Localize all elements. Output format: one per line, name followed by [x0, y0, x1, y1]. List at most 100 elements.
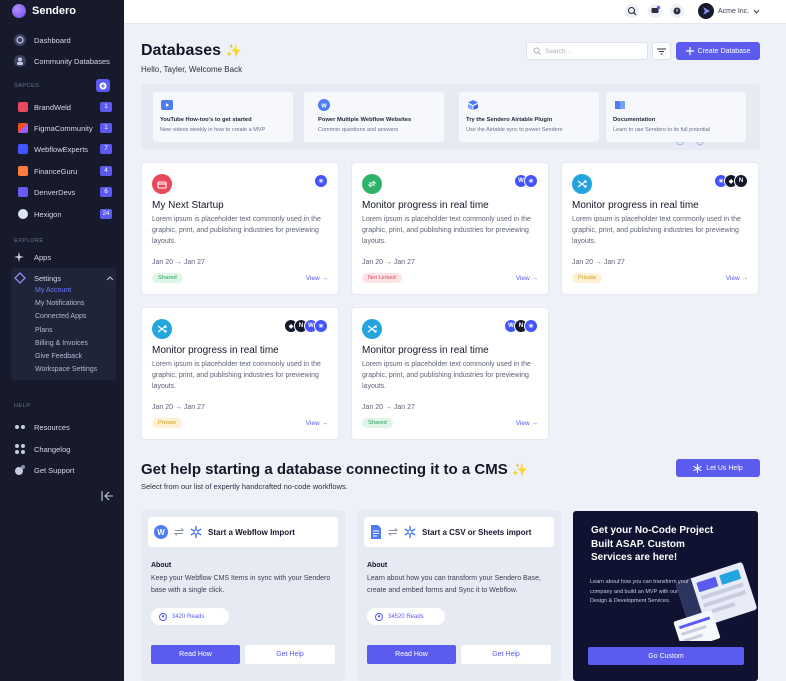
space-count-badge: 4	[100, 166, 112, 176]
sidebar-item-settings[interactable]: Settings	[14, 271, 114, 285]
database-title: Monitor progress in real time	[572, 200, 699, 211]
brand[interactable]: Sendero	[12, 4, 76, 18]
brand-name: Sendero	[32, 5, 77, 17]
database-card[interactable]: ✳ My Next Startup Lorem ipsum is placeho…	[141, 162, 339, 295]
space-label: WebflowExperts	[34, 144, 89, 154]
sidebar-item-dashboard[interactable]: Dashboard	[14, 33, 71, 47]
notion-avatar-icon: N	[734, 174, 748, 188]
reads-pill: 3420 Reads	[151, 608, 229, 625]
reads-count: 34520 Reads	[388, 613, 424, 620]
sparkle-icon: ✨	[511, 462, 529, 477]
read-how-button[interactable]: Read How	[367, 645, 456, 664]
resource-card-airtable[interactable]: Try the Sendero Airtable Plugin Use the …	[459, 92, 599, 142]
settings-item-give-feedback[interactable]: Give Feedback	[35, 353, 82, 360]
go-custom-button[interactable]: Go Custom	[588, 647, 744, 665]
database-card[interactable]: W ✳ Monitor progress in real time Lorem …	[351, 162, 549, 295]
database-dates: Jan 20 → Jan 27	[362, 259, 415, 266]
sync-arrows-icon	[174, 528, 184, 536]
welcome-text: Hello, Tayler, Welcome Back	[141, 65, 243, 74]
add-space-button[interactable]	[96, 79, 110, 92]
search-input[interactable]	[545, 47, 640, 55]
acme-logo-icon	[698, 3, 714, 19]
search-icon[interactable]	[625, 4, 639, 18]
view-link[interactable]: View →	[306, 420, 328, 427]
search-box[interactable]	[526, 42, 648, 60]
sidebar-item-label: Changelog	[34, 444, 71, 454]
settings-item-my-account[interactable]: My Account	[35, 287, 71, 294]
filter-button[interactable]	[652, 42, 671, 60]
settings-item-connected-apps[interactable]: Connected Apps	[35, 313, 86, 320]
sidebar-item-get-support[interactable]: Get Support	[14, 463, 74, 477]
create-database-button[interactable]: Create Database	[676, 42, 760, 60]
book-icon	[615, 101, 625, 110]
database-card[interactable]: W N ✳ Monitor progress in real time Lore…	[351, 307, 549, 440]
shuffle-icon	[362, 319, 382, 339]
get-help-button[interactable]: Get Help	[461, 645, 551, 664]
sidebar-space-financeguru[interactable]: FinanceGuru 4	[18, 164, 112, 178]
resource-card-documentation[interactable]: Documentation Learn to use Sendero to it…	[606, 92, 746, 142]
view-link[interactable]: View →	[516, 275, 538, 282]
status-badge: Shared	[362, 418, 393, 428]
get-help-button[interactable]: Get Help	[245, 645, 335, 664]
settings-item-plans[interactable]: Plans	[35, 327, 53, 334]
sidebar-item-apps[interactable]: Apps	[14, 250, 51, 264]
create-database-label: Create Database	[697, 47, 751, 55]
hexigon-logo-icon	[18, 209, 28, 219]
database-card[interactable]: ✳ ◆ N Monitor progress in real time Lore…	[561, 162, 759, 295]
sidebar-item-label: Settings	[34, 273, 62, 283]
sidebar-item-resources[interactable]: Resources	[14, 420, 70, 434]
workflow-header[interactable]: Start a CSV or Sheets import	[364, 517, 554, 547]
space-count-badge: 1	[100, 123, 112, 133]
hexigon-logo-icon	[190, 526, 202, 538]
settings-item-my-notifications[interactable]: My Notifications	[35, 300, 84, 307]
hexigon-icon	[693, 463, 702, 473]
resource-desc: New videos weekly in how to create a MVP	[160, 127, 266, 133]
status-badge: Private	[152, 418, 183, 428]
sidebar-space-brandweld[interactable]: BrandWeld 1	[18, 100, 112, 114]
airtable-icon	[468, 100, 478, 110]
resource-desc: Common questions and answers	[318, 127, 399, 133]
hexigon-avatar-icon: ✳	[314, 319, 328, 333]
webflow-logo-icon	[18, 144, 28, 154]
space-label: DenverDevs	[34, 187, 76, 197]
view-link[interactable]: View →	[306, 275, 328, 282]
account-switcher[interactable]: Acme Inc.	[698, 3, 760, 19]
notifications-icon[interactable]	[670, 4, 684, 18]
reads-count: 3420 Reads	[172, 613, 205, 620]
workflow-card: W Start a Webflow Import About Keep your…	[141, 510, 345, 681]
settings-item-billing[interactable]: Billing & Invoices	[35, 340, 88, 347]
document-icon	[371, 525, 381, 539]
sidebar-space-hexigon[interactable]: Hexigon 24	[18, 207, 112, 221]
resource-card-youtube[interactable]: YouTube How-too's to get started New vid…	[153, 92, 293, 142]
webflow-icon: w	[318, 99, 330, 111]
topbar: Acme Inc.	[124, 0, 786, 24]
hexigon-avatar-icon: ✳	[314, 174, 328, 188]
sidebar-space-denverdevs[interactable]: DenverDevs 6	[18, 185, 112, 199]
read-how-button[interactable]: Read How	[151, 645, 240, 664]
collapse-sidebar-icon[interactable]	[100, 490, 114, 502]
let-us-help-button[interactable]: Let Us Help	[676, 459, 760, 477]
messages-icon[interactable]	[648, 4, 662, 18]
hexigon-logo-icon	[404, 526, 416, 538]
custom-services-promo: Get your No-Code Project Built ASAP. Cus…	[573, 511, 758, 681]
database-type-icon	[152, 174, 172, 194]
sidebar-space-figmacommunity[interactable]: FigmaCommunity 1	[18, 121, 112, 135]
database-card[interactable]: ◆ N W ✳ Monitor progress in real time Lo…	[141, 307, 339, 440]
about-text: Learn about how you can transform your S…	[367, 575, 541, 594]
sparkle-icon: ✨	[225, 43, 242, 58]
database-title: Monitor progress in real time	[362, 200, 489, 211]
status-badge: Private	[572, 273, 603, 283]
sidebar-item-changelog[interactable]: Changelog	[14, 442, 70, 456]
database-desc: Lorem ipsum is placeholder text commonly…	[152, 216, 321, 245]
help-label: HELP	[14, 403, 31, 409]
sidebar-space-webflowexperts[interactable]: WebflowExperts 7	[18, 142, 112, 156]
view-link[interactable]: View →	[516, 420, 538, 427]
settings-item-workspace-settings[interactable]: Workspace Settings	[35, 366, 97, 373]
promo-title: Get your No-Code Project Built ASAP. Cus…	[591, 525, 714, 563]
workflow-header[interactable]: W Start a Webflow Import	[148, 517, 338, 547]
view-link[interactable]: View →	[726, 275, 748, 282]
resource-card-webflow[interactable]: w Power Multiple Webflow Websites Common…	[304, 92, 444, 142]
chevron-up-icon	[106, 276, 114, 281]
sidebar-item-community-databases[interactable]: Community Databases	[14, 54, 110, 68]
database-title: My Next Startup	[152, 200, 224, 211]
